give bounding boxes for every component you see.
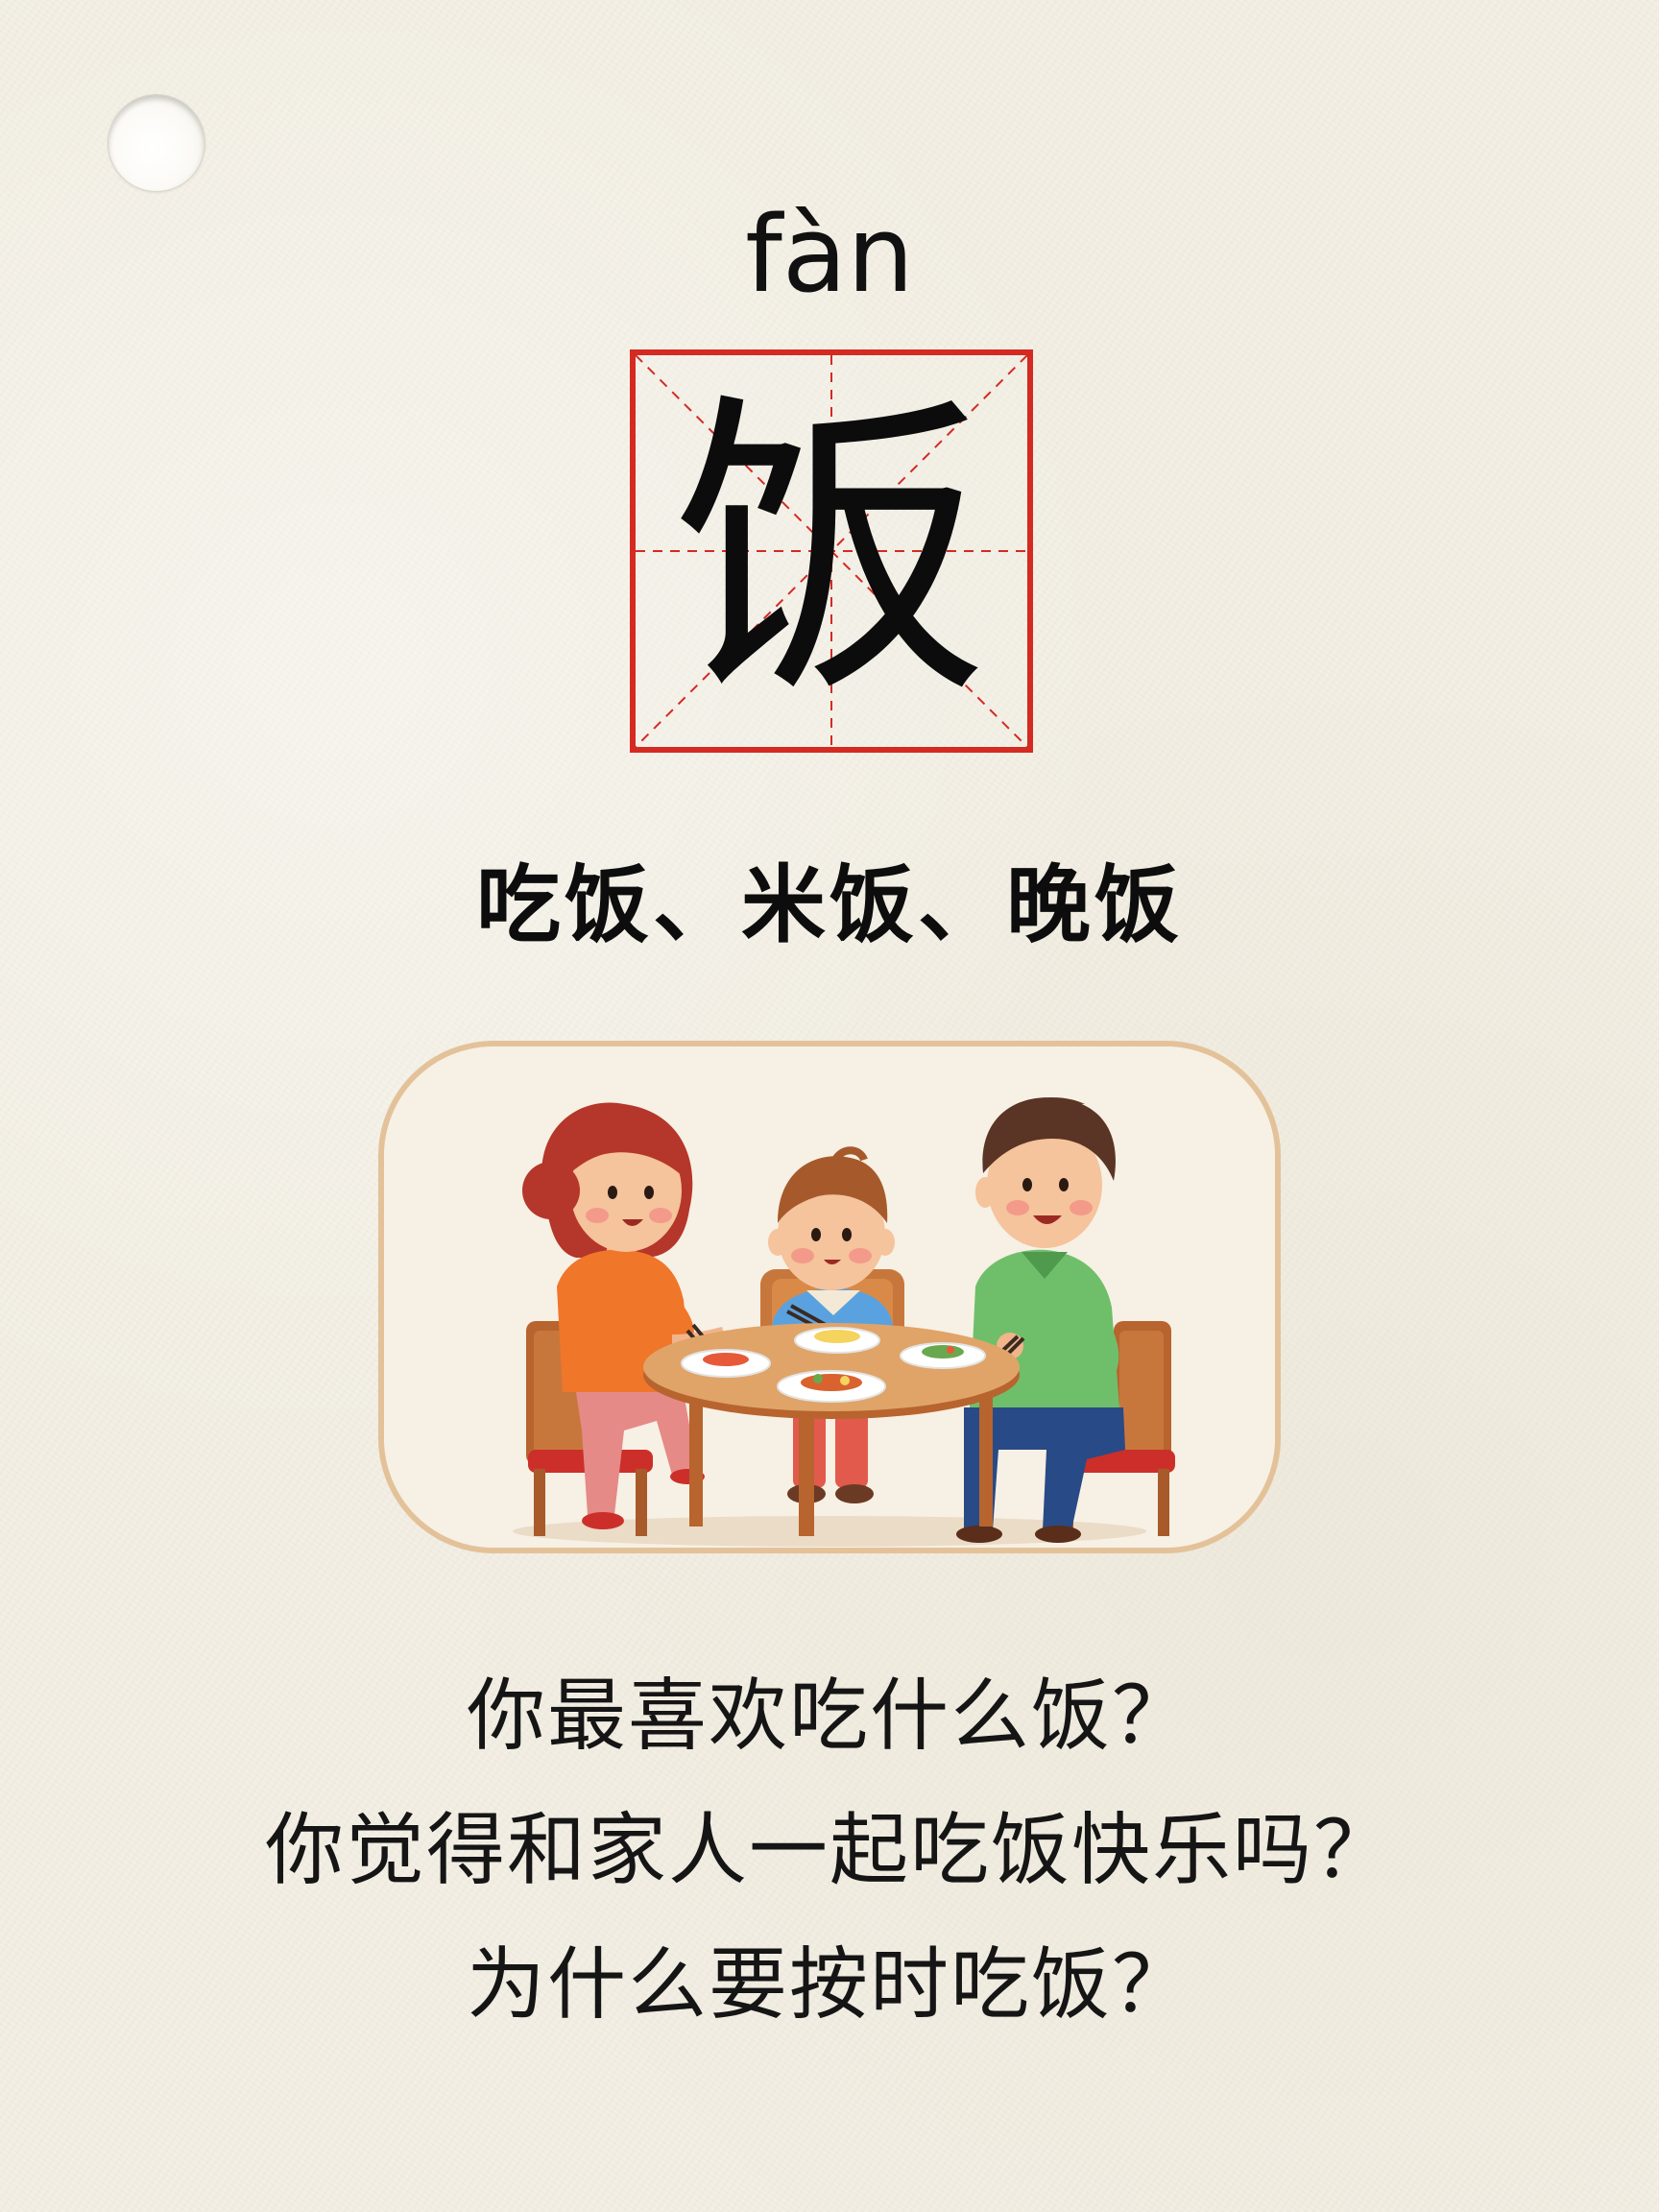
questions-block: 你最喜欢吃什么饭？ 你觉得和家人一起吃饭快乐吗？ 为什么要按时吃饭？ — [0, 1649, 1659, 2053]
picture-frame — [378, 1041, 1281, 1553]
family-eating-dinner-illustration — [384, 1046, 1275, 1548]
pinyin-label: fàn — [745, 193, 914, 316]
character-grid-box: 饭 — [630, 349, 1033, 753]
main-character: 饭 — [673, 367, 990, 735]
question-line: 你觉得和家人一起吃饭快乐吗？ — [264, 1805, 1394, 1896]
question-line: 你最喜欢吃什么饭？ — [466, 1671, 1192, 1762]
example-words: 吃饭、米饭、晚饭 — [475, 855, 1183, 954]
punch-hole — [108, 94, 205, 192]
question-line: 为什么要按时吃饭？ — [466, 1939, 1192, 2031]
